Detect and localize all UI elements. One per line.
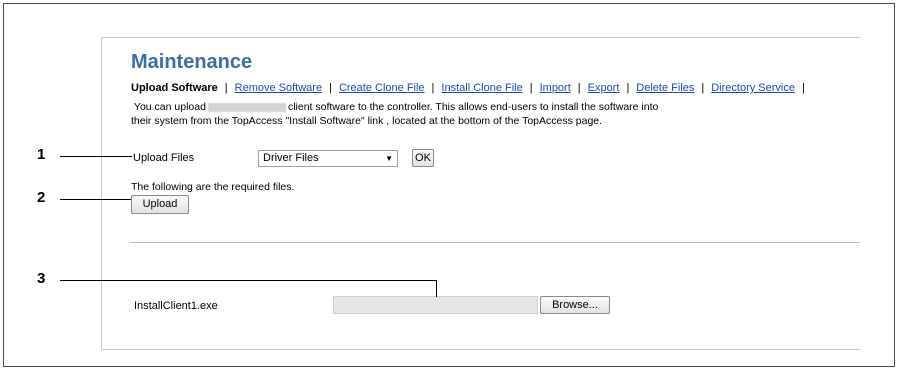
file-name-label: InstallClient1.exe <box>134 300 218 312</box>
callout-line-3 <box>60 280 437 281</box>
chevron-down-icon: ▼ <box>385 154 393 163</box>
tab-separator: | <box>701 82 705 94</box>
description-line2: their system from the TopAccess "Install… <box>131 115 603 127</box>
required-files-text: The following are the required files. <box>131 181 295 193</box>
tab-export[interactable]: Export <box>588 82 620 94</box>
callout-line-3-drop <box>436 280 437 297</box>
tab-separator: | <box>577 82 581 94</box>
tab-directory-service[interactable]: Directory Service <box>711 82 795 94</box>
divider <box>130 242 860 243</box>
tab-import[interactable]: Import <box>540 82 571 94</box>
description-part1: You can upload <box>133 101 206 113</box>
callout-line-1 <box>60 156 132 157</box>
page-title: Maintenance <box>131 51 253 73</box>
tab-create-clone-file[interactable]: Create Clone File <box>339 82 425 94</box>
tab-separator: | <box>529 82 533 94</box>
description-part2: client software to the controller. This … <box>287 101 659 113</box>
tab-separator: | <box>801 82 805 94</box>
callout-number-3: 3 <box>37 270 46 287</box>
upload-files-label: Upload Files <box>133 152 195 164</box>
callout-line-2 <box>60 199 131 200</box>
tab-bar: Upload Software | Remove Software | Create C… <box>131 82 812 94</box>
file-type-select[interactable]: Driver Files ▼ <box>258 150 398 167</box>
tab-separator: | <box>224 82 228 94</box>
callout-number-1: 1 <box>37 146 46 163</box>
file-type-select-value: Driver Files <box>263 152 319 164</box>
redacted-product-name <box>207 102 286 112</box>
callout-number-2: 2 <box>37 189 46 206</box>
tab-separator: | <box>329 82 332 94</box>
tab-separator: | <box>626 82 630 94</box>
tab-install-clone-file[interactable]: Install Clone File <box>441 82 522 94</box>
tab-separator: | <box>431 82 435 94</box>
file-path-input[interactable] <box>333 296 538 314</box>
browse-button[interactable]: Browse... <box>540 296 610 314</box>
ok-button[interactable]: OK <box>412 149 434 167</box>
tab-upload-software[interactable]: Upload Software <box>131 82 218 94</box>
tab-delete-files[interactable]: Delete Files <box>636 82 694 94</box>
upload-button[interactable]: Upload <box>131 195 189 214</box>
tab-remove-software[interactable]: Remove Software <box>235 82 322 94</box>
description: You can upload client software to the con… <box>131 100 851 128</box>
